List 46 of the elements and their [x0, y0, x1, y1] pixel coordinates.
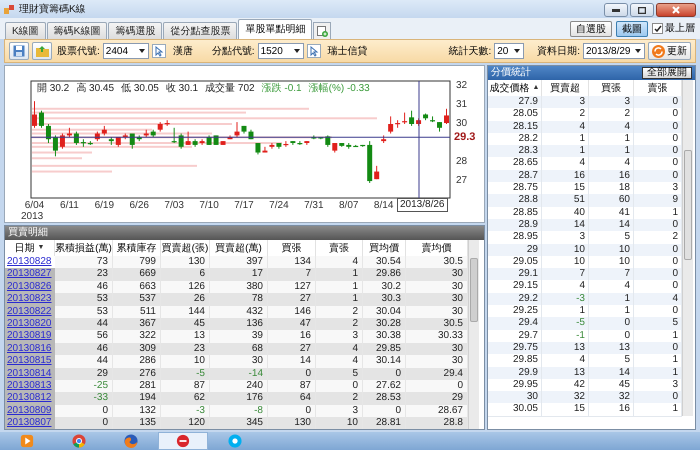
ohlc-value: 開 30.2	[37, 82, 70, 96]
axis-tick-label: 28	[456, 156, 468, 168]
axis-tick-label: 31	[456, 98, 468, 111]
ohlc-value: 高 30.45	[76, 82, 114, 96]
cursor-date-label: 2013/8/26	[397, 198, 448, 212]
axis-date-label: 7/31	[304, 200, 324, 212]
axis-tick-label: 27	[456, 175, 468, 188]
axis-year-label: 2013	[21, 211, 44, 223]
ohlc-value: 漲幅(%) -0.33	[308, 82, 370, 96]
axis-date-label: 7/17	[234, 200, 254, 212]
field-label: 資料日期:	[537, 44, 580, 58]
ohlc-value: 收 30.1	[166, 82, 198, 96]
window-title: 理財寶籌碼K線	[19, 2, 86, 16]
axis-date-label: 6/11	[60, 200, 79, 212]
table-cell: 16	[589, 403, 634, 417]
panel-title: 分價統計	[491, 66, 531, 80]
ohlc-value: 低 30.05	[121, 82, 159, 96]
table-cell: 10	[316, 417, 363, 429]
field-label: 分點代號:	[212, 44, 255, 58]
axis-date-label: 6/26	[130, 200, 149, 212]
table-cell: 15	[542, 403, 589, 417]
field-label: 統計天數:	[448, 44, 492, 58]
table-cell: 0	[55, 417, 113, 429]
axis-date-label: 6/04	[24, 200, 44, 212]
price-marker-label: 29.3	[454, 131, 476, 144]
axis-tick-label: 30	[456, 118, 468, 130]
axis-tick-label: 32	[456, 80, 468, 92]
table-cell: 345	[210, 417, 268, 429]
table-cell: 120	[161, 417, 210, 429]
stock-name: 瑞士信貸	[328, 44, 368, 58]
table-cell: 30.05	[488, 403, 542, 417]
table-cell: 130	[268, 417, 316, 429]
axis-date-label: 6/19	[94, 200, 114, 212]
field-label: 股票代號:	[57, 44, 100, 58]
axis-date-label: 8/14	[374, 200, 394, 212]
checkbox-label: 最上層	[665, 22, 695, 36]
stock-name: 漢唐	[172, 44, 193, 58]
panel-title: 買賣明細	[5, 226, 484, 240]
ohlc-value: 漲跌 -0.1	[262, 82, 302, 96]
axis-date-label: 7/24	[269, 200, 289, 212]
axis-date-label: 7/10	[199, 200, 219, 212]
table-cell: 135	[113, 417, 161, 429]
axis-date-label: 7/03	[164, 200, 184, 212]
table-cell: 28.81	[363, 417, 406, 429]
axis-date-label: 8/07	[339, 200, 358, 212]
ohlc-value: 成交量 702	[205, 82, 255, 96]
